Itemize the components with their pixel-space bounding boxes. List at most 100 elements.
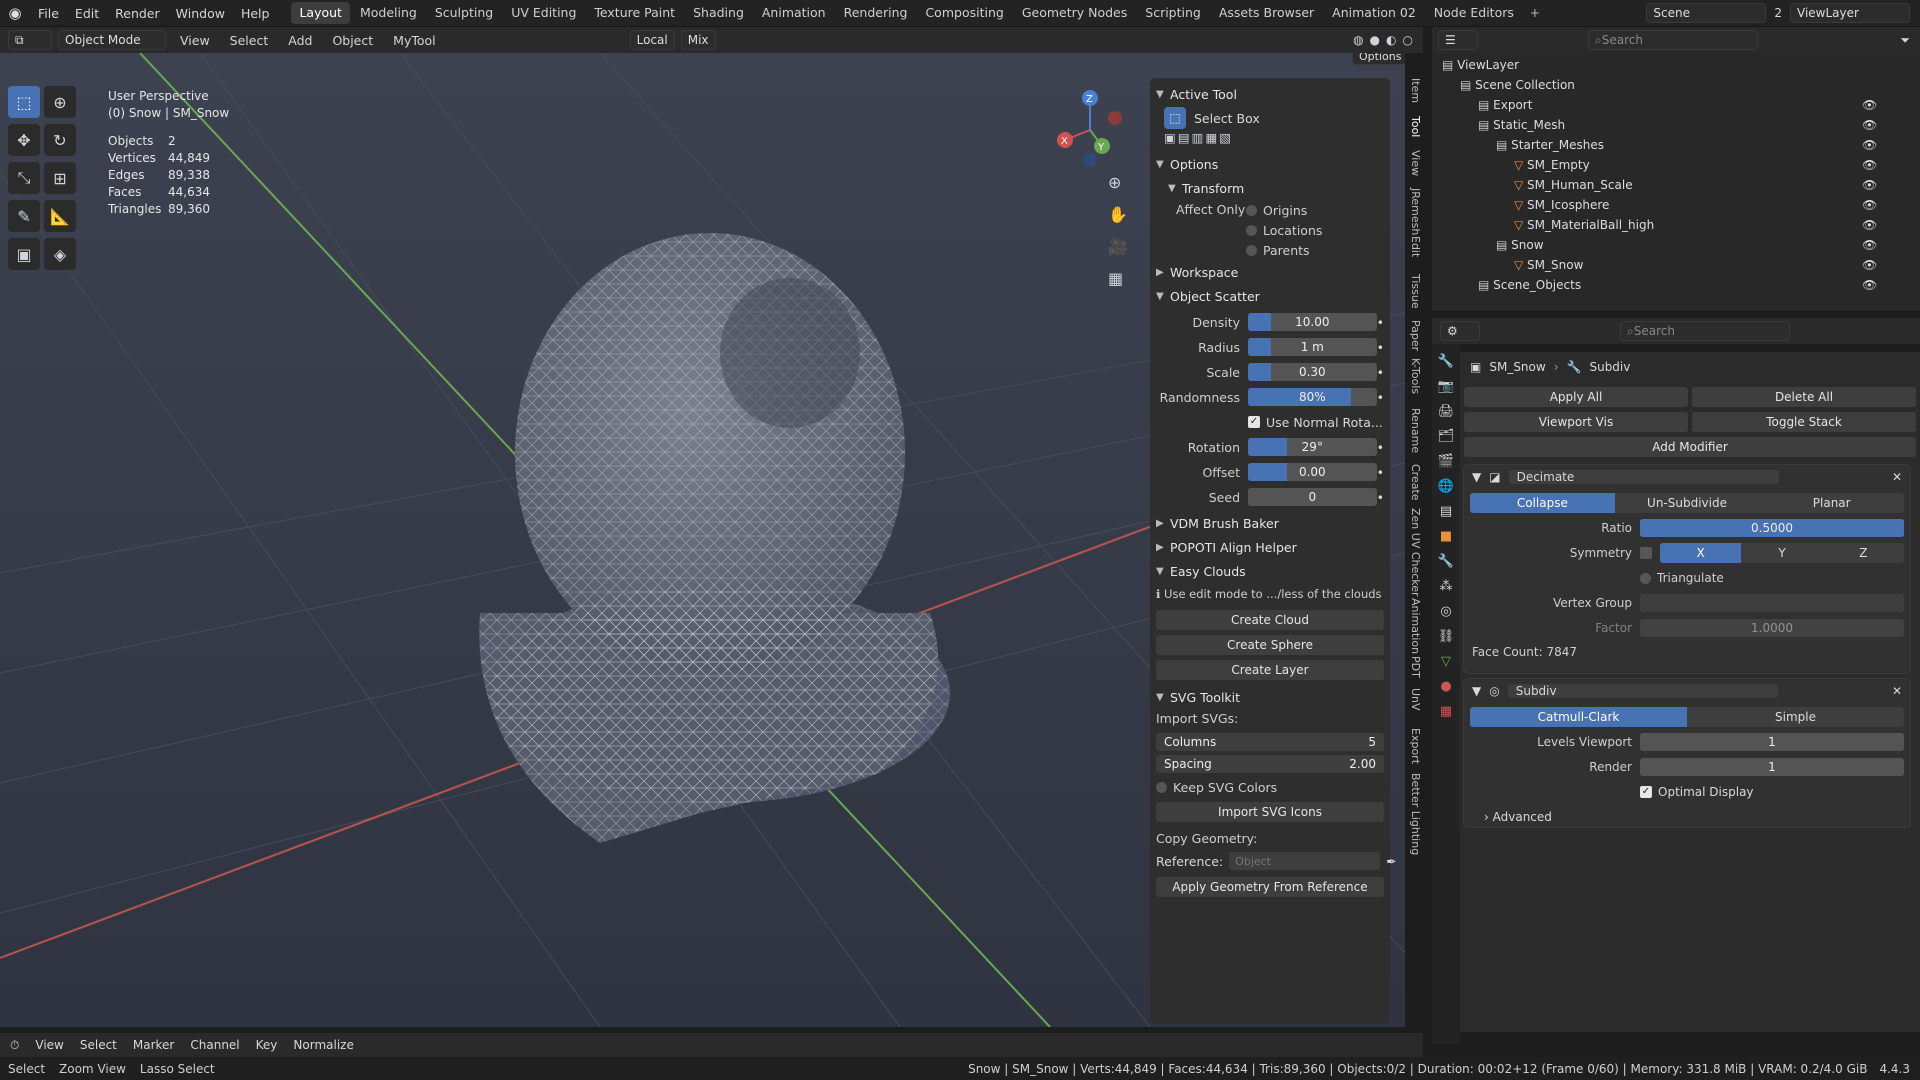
scatter-tool-icon[interactable]: ◈ — [44, 238, 76, 270]
planar-tab[interactable]: Planar — [1759, 493, 1904, 513]
cursor-tool-icon[interactable]: ⊕ — [44, 86, 76, 118]
triangulate-toggle[interactable]: Triangulate — [1640, 568, 1724, 588]
sidebar-tab-k-tools[interactable]: K-Tools — [1392, 358, 1422, 394]
simple-tab[interactable]: Simple — [1687, 707, 1904, 727]
outliner-row[interactable]: ▤ Snow — [1496, 235, 1544, 255]
tab-compositing[interactable]: Compositing — [917, 2, 1011, 24]
visibility-eye-icon[interactable]: 👁 — [1862, 175, 1877, 195]
tab-rendering[interactable]: Rendering — [836, 2, 916, 24]
filter-icon[interactable]: ⏷ — [1900, 33, 1920, 48]
decimate-name[interactable]: Decimate — [1508, 470, 1779, 484]
tab-modeling[interactable]: Modeling — [352, 2, 425, 24]
tab-animation-02[interactable]: Animation 02 — [1324, 2, 1424, 24]
viewport-vis-button[interactable]: Viewport Vis — [1464, 412, 1688, 432]
visibility-eye-icon[interactable]: 👁 — [1862, 115, 1877, 135]
offset-slider[interactable]: 0.00 — [1248, 463, 1377, 481]
delete-all-button[interactable]: Delete All — [1692, 387, 1916, 407]
keep-svg-colors-checkbox[interactable] — [1156, 781, 1167, 793]
chevron-down-icon[interactable]: ▼ — [1472, 684, 1481, 698]
create-sphere-button[interactable]: Create Sphere — [1156, 635, 1384, 655]
visibility-eye-icon[interactable]: 👁 — [1862, 275, 1877, 295]
sidebar-tab-unv[interactable]: UnV — [1392, 688, 1422, 711]
keyframe-dot-icon[interactable]: • — [1377, 490, 1384, 505]
radio-icon[interactable] — [1246, 224, 1257, 236]
workspace-header[interactable]: ▶ Workspace — [1156, 260, 1384, 284]
visibility-eye-icon[interactable]: 👁 — [1862, 195, 1877, 215]
visibility-eye-icon[interactable]: 👁 — [1862, 155, 1877, 175]
view-layer-tab-icon[interactable]: 🗂 — [1438, 429, 1455, 444]
vdm-header[interactable]: ▶ VDM Brush Baker — [1156, 511, 1384, 535]
sidebar-tab-view[interactable]: View — [1392, 150, 1422, 176]
tab-assets-browser[interactable]: Assets Browser — [1211, 2, 1322, 24]
affect-origins-option[interactable]: Origins — [1246, 200, 1322, 220]
affect-parents-option[interactable]: Parents — [1246, 240, 1322, 260]
select-intersect-icon[interactable]: ▧ — [1219, 130, 1231, 152]
y-tab[interactable]: Y — [1741, 543, 1822, 563]
viewport-menu-select[interactable]: Select — [222, 27, 277, 54]
timeline-menu-view[interactable]: View — [35, 1038, 63, 1052]
chevron-down-icon[interactable]: ▼ — [1472, 470, 1481, 484]
tab-geometry-nodes[interactable]: Geometry Nodes — [1014, 2, 1135, 24]
select-extend-icon[interactable]: ▤ — [1178, 130, 1190, 152]
close-icon[interactable]: ✕ — [1892, 684, 1902, 698]
scale-slider[interactable]: 0.30 — [1248, 363, 1377, 381]
visibility-eye-icon[interactable]: 👁 — [1862, 235, 1877, 255]
timeline-menu-marker[interactable]: Marker — [133, 1038, 174, 1052]
apply-geometry-button[interactable]: Apply Geometry From Reference — [1156, 877, 1384, 897]
blender-logo-icon[interactable]: ◉ — [0, 4, 30, 22]
timeline-editor-icon[interactable]: ⏱ — [10, 1038, 19, 1053]
pivot-selector[interactable]: Mix — [680, 30, 716, 50]
triangulate-checkbox[interactable] — [1640, 572, 1651, 584]
seed-slider[interactable]: 0 — [1248, 488, 1377, 506]
radius-slider[interactable]: 1 m — [1248, 338, 1377, 356]
measure-tool-icon[interactable]: 📐 — [44, 200, 76, 232]
create-layer-button[interactable]: Create Layer — [1156, 660, 1384, 680]
spacing-field[interactable]: Spacing 2.00 — [1156, 755, 1384, 773]
outliner-row[interactable]: ▤ Export — [1478, 95, 1532, 115]
add-workspace-icon[interactable]: + — [1522, 6, 1548, 20]
tab-texture-paint[interactable]: Texture Paint — [586, 2, 683, 24]
data-tab-icon[interactable]: ▽ — [1441, 654, 1451, 669]
viewlayer-selector[interactable]: ViewLayer — [1790, 3, 1910, 23]
select-new-icon[interactable]: ▣ — [1164, 130, 1176, 152]
keyframe-dot-icon[interactable]: • — [1377, 440, 1384, 455]
outliner-row[interactable]: ▽ SM_Human_Scale — [1514, 175, 1633, 195]
x-tab[interactable]: X — [1660, 543, 1742, 563]
output-tab-icon[interactable]: 🖨 — [1438, 404, 1455, 419]
outliner-row[interactable]: ▤ Static_Mesh — [1478, 115, 1565, 135]
ortho-grid-icon[interactable]: ▦ — [1108, 269, 1128, 288]
outliner-editor-icon[interactable]: ☰ — [1438, 30, 1478, 50]
select-invert-icon[interactable]: ▦ — [1205, 130, 1217, 152]
subdiv-name[interactable]: Subdiv — [1507, 684, 1778, 698]
outliner-search[interactable]: ⌕ Search — [1588, 30, 1758, 50]
sidebar-tab-rename[interactable]: Rename — [1392, 408, 1422, 453]
visibility-eye-icon[interactable]: 👁 — [1862, 255, 1877, 275]
close-icon[interactable]: ✕ — [1892, 470, 1902, 484]
tab-sculpting[interactable]: Sculpting — [427, 2, 501, 24]
object-scatter-header[interactable]: ▼ Object Scatter — [1156, 284, 1384, 308]
toggle-stack-button[interactable]: Toggle Stack — [1692, 412, 1916, 432]
transform-tool-icon[interactable]: ⊞ — [44, 162, 76, 194]
keyframe-dot-icon[interactable]: • — [1377, 315, 1384, 330]
outliner-row[interactable]: ▤ Scene_Objects — [1478, 275, 1581, 295]
menu-render[interactable]: Render — [107, 0, 168, 27]
svg-toolkit-header[interactable]: ▼ SVG Toolkit — [1156, 685, 1384, 709]
factor-slider[interactable]: 1.0000 — [1640, 619, 1904, 637]
timeline-menu-select[interactable]: Select — [80, 1038, 117, 1052]
viewport-menu-add[interactable]: Add — [280, 27, 320, 54]
sidebar-tab-edit[interactable]: Edit — [1392, 236, 1422, 257]
pan-hand-icon[interactable]: ✋ — [1108, 205, 1128, 224]
keyframe-dot-icon[interactable]: • — [1377, 465, 1384, 480]
sidebar-tab-paper[interactable]: Paper — [1392, 320, 1422, 351]
zoom-icon[interactable]: ⊕ — [1108, 173, 1128, 192]
keyframe-dot-icon[interactable]: • — [1377, 340, 1384, 355]
navigation-gizmo[interactable]: Z X Y — [1050, 88, 1130, 168]
timeline-menu-channel[interactable]: Channel — [190, 1038, 239, 1052]
outliner-row[interactable]: ▤ ViewLayer — [1442, 55, 1519, 75]
sidebar-tab-export[interactable]: Export — [1392, 728, 1422, 764]
tab-shading[interactable]: Shading — [685, 2, 752, 24]
create-cloud-button[interactable]: Create Cloud — [1156, 610, 1384, 630]
move-tool-icon[interactable]: ✥ — [8, 124, 40, 156]
scene-selector[interactable]: Scene — [1646, 3, 1767, 23]
sidebar-tab-pdt[interactable]: PDT — [1392, 656, 1422, 678]
